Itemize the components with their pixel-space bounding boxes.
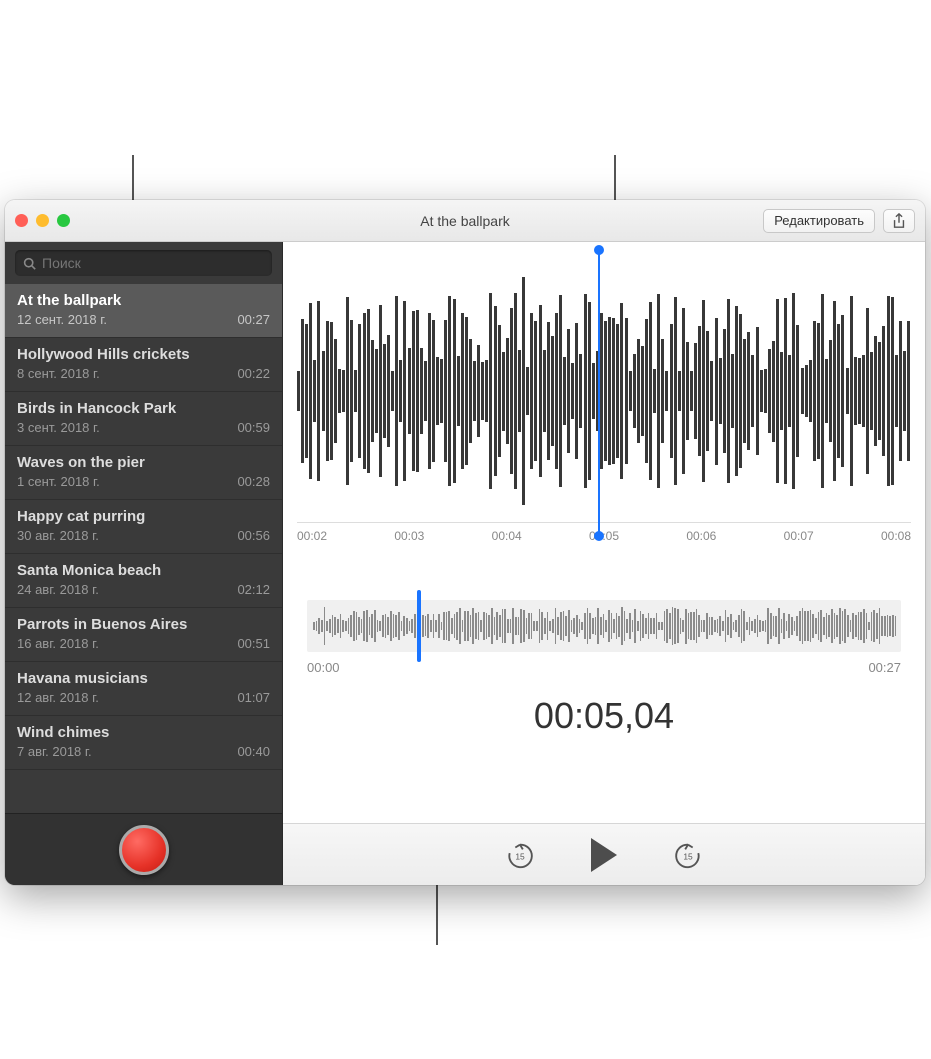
overview-start-label: 00:00 [307,660,340,675]
overview-playhead[interactable] [417,590,421,662]
play-icon [591,838,617,872]
recording-date: 16 авг. 2018 г. [17,636,99,651]
list-item[interactable]: Happy cat purring 30 авг. 2018 г. 00:56 [5,500,282,554]
recording-duration: 00:40 [237,744,270,759]
waveform-overview-zone: 00:00 00:27 [307,600,901,675]
svg-text:15: 15 [683,851,693,861]
timeline-tick: 00:05 [589,529,619,552]
recording-date: 12 авг. 2018 г. [17,690,99,705]
search-input[interactable] [42,255,264,271]
waveform-detail[interactable] [297,266,911,516]
share-button[interactable] [883,209,915,233]
list-item[interactable]: Parrots in Buenos Aires 16 авг. 2018 г. 00… [5,608,282,662]
recording-date: 3 сент. 2018 г. [17,420,100,435]
timeline-tick: 00:08 [881,529,911,552]
recording-date: 8 сент. 2018 г. [17,366,100,381]
list-item[interactable]: Havana musicians 12 авг. 2018 г. 01:07 [5,662,282,716]
record-button[interactable] [119,825,169,875]
timeline-tick: 00:03 [394,529,424,552]
main-panel: 00:02 00:03 00:04 00:05 00:06 00:07 00:08 00:0… [283,242,925,885]
recording-name: Parrots in Buenos Aires [17,616,270,633]
play-button[interactable] [591,838,617,872]
edit-button[interactable]: Редактировать [763,209,875,233]
overview-end-label: 00:27 [868,660,901,675]
recording-date: 12 сент. 2018 г. [17,312,107,327]
recording-date: 24 авг. 2018 г. [17,582,99,597]
close-icon[interactable] [15,214,28,227]
recording-duration: 02:12 [237,582,270,597]
list-item[interactable]: At the ballpark 12 сент. 2018 г. 00:27 [5,284,282,338]
recording-name: Santa Monica beach [17,562,270,579]
waveform-overview[interactable] [307,600,901,652]
playhead[interactable] [598,250,600,536]
recording-name: Hollywood Hills crickets [17,346,270,363]
recording-name: Birds in Hancock Park [17,400,270,417]
recording-duration: 00:51 [237,636,270,651]
timeline-tick: 00:02 [297,529,327,552]
recordings-list: At the ballpark 12 сент. 2018 г. 00:27 Holl… [5,284,282,813]
playback-controls: 15 15 [283,823,925,885]
callout-line [436,875,438,945]
current-time-display: 00:05,04 [283,695,925,737]
recording-date: 7 авг. 2018 г. [17,744,92,759]
recording-name: Wind chimes [17,724,270,741]
search-field[interactable] [15,250,272,276]
timeline-tick: 00:07 [784,529,814,552]
titlebar: At the ballpark Редактировать [5,200,925,242]
fullscreen-icon[interactable] [57,214,70,227]
recording-duration: 00:22 [237,366,270,381]
list-item[interactable]: Hollywood Hills crickets 8 сент. 2018 г. 0… [5,338,282,392]
record-toolbar [5,813,282,885]
list-item[interactable]: Waves on the pier 1 сент. 2018 г. 00:28 [5,446,282,500]
share-icon [892,213,906,229]
recording-duration: 01:07 [237,690,270,705]
skip-back-button[interactable]: 15 [505,840,535,870]
sidebar: At the ballpark 12 сент. 2018 г. 00:27 Holl… [5,242,283,885]
waveform-detail-zone: 00:02 00:03 00:04 00:05 00:06 00:07 00:08 [283,242,925,552]
list-item[interactable]: Birds in Hancock Park 3 сент. 2018 г. 00:5… [5,392,282,446]
recording-date: 30 авг. 2018 г. [17,528,99,543]
recording-name: Havana musicians [17,670,270,687]
skip-forward-icon: 15 [673,840,703,870]
skip-forward-button[interactable]: 15 [673,840,703,870]
recording-name: Happy cat purring [17,508,270,525]
svg-text:15: 15 [515,851,525,861]
recording-name: Waves on the pier [17,454,270,471]
recording-duration: 00:27 [237,312,270,327]
recording-duration: 00:56 [237,528,270,543]
skip-back-icon: 15 [505,840,535,870]
recording-name: At the ballpark [17,292,270,309]
timeline-tick: 00:06 [686,529,716,552]
search-icon [23,257,36,270]
recording-duration: 00:59 [237,420,270,435]
recording-duration: 00:28 [237,474,270,489]
list-item[interactable]: Santa Monica beach 24 авг. 2018 г. 02:12 [5,554,282,608]
timeline-tick: 00:04 [492,529,522,552]
minimize-icon[interactable] [36,214,49,227]
list-item[interactable]: Wind chimes 7 авг. 2018 г. 00:40 [5,716,282,770]
app-window: At the ballpark Редактировать At the bal… [5,200,925,885]
window-controls [15,214,70,227]
timeline-ruler: 00:02 00:03 00:04 00:05 00:06 00:07 00:08 [297,522,911,552]
recording-date: 1 сент. 2018 г. [17,474,100,489]
